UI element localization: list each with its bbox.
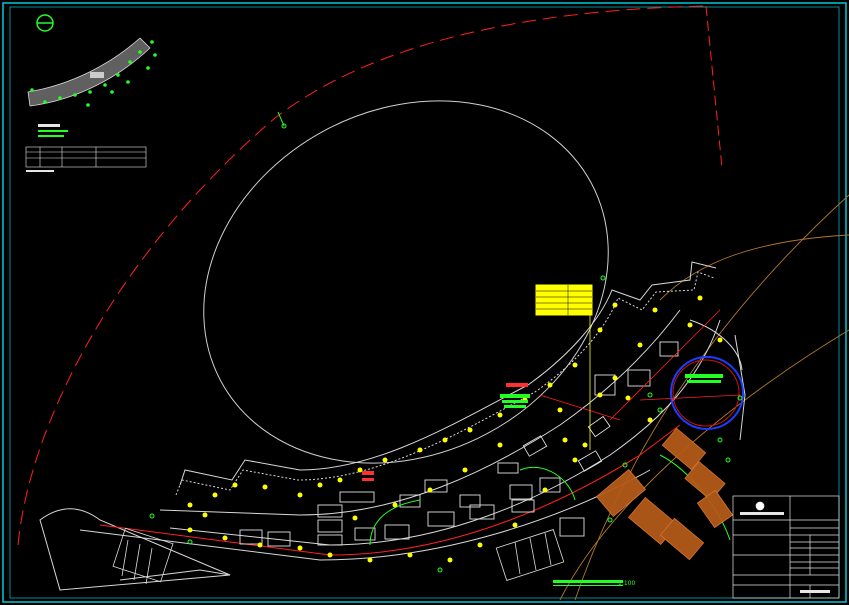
company-logo (755, 501, 765, 511)
key-plan (27, 14, 157, 137)
title-block (732, 495, 840, 599)
parking-bays (112, 527, 565, 585)
cable-lines (539, 309, 741, 421)
site-boundary (17, 5, 723, 546)
title-label-bottom (553, 580, 623, 586)
fountain-ring-outer (670, 356, 744, 430)
cad-drawing: 1:100 (2, 2, 849, 603)
oval-lake (203, 100, 609, 464)
key-plan-table (25, 146, 147, 172)
wood-decks (595, 427, 734, 561)
fountain-ring-inner (672, 359, 740, 427)
walkway-line (99, 424, 681, 556)
road-curves (559, 194, 849, 601)
crescent-plaza (39, 261, 746, 591)
scale-label: 1:100 (618, 580, 635, 587)
legend-box (535, 284, 593, 316)
